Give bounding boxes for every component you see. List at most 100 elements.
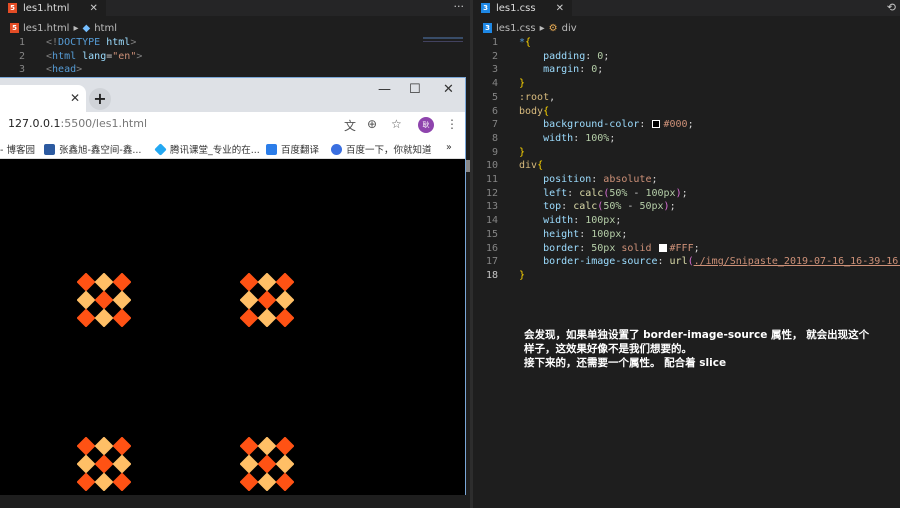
diamond-tile — [94, 308, 114, 328]
diamond-tile — [76, 472, 96, 492]
page-viewport — [0, 159, 465, 495]
code-line[interactable]: 5:root, — [473, 91, 900, 105]
diamond-tile — [94, 436, 114, 456]
bookmark-icon — [331, 143, 342, 155]
breadcrumb-file[interactable]: les1.css — [496, 23, 536, 34]
code-line[interactable]: 16 border: 50px solid #FFF; — [473, 242, 900, 256]
css3-file-icon: 3 — [483, 23, 492, 33]
close-tab-icon[interactable]: ✕ — [70, 91, 80, 105]
address-bar[interactable]: 127.0.0.1:5500/les1.html 文 ⊕ ☆ 耿 ⋮ — [0, 112, 465, 138]
close-window-icon[interactable]: ✕ — [443, 82, 454, 97]
bookmark-item[interactable]: 百度翻译 — [266, 142, 319, 156]
browser-window: ✕ + — ☐ ✕ 127.0.0.1:5500/les1.html 文 ⊕ ☆… — [0, 77, 466, 495]
line-number: 18 — [485, 269, 498, 281]
line-number: 2 — [18, 50, 25, 62]
diamond-tile — [239, 472, 259, 492]
editor-tab-bar: 3 les1.css ✕ ⟲ — [473, 0, 900, 16]
line-number: 4 — [491, 78, 498, 90]
diamond-tile — [275, 308, 295, 328]
code-line[interactable]: 12 left: calc(50% - 100px); — [473, 187, 900, 201]
new-tab-button[interactable]: + — [89, 88, 111, 110]
code-area[interactable]: 1 *{2 padding: 0; 3 margin: 0; 4} 5:root, 6 bo… — [473, 36, 900, 283]
code-line[interactable]: 15 height: 100px; — [473, 228, 900, 242]
code-line[interactable]: 6 body{ — [473, 105, 900, 119]
open-changes-icon[interactable]: ⟲ — [887, 1, 896, 14]
breadcrumb: 3 les1.css ▸ ⚙ div — [473, 21, 900, 35]
note-line: 接下来的，还需要一个属性。 配合着 slice — [524, 357, 727, 369]
note-line: 样子，这效果好像不是我们想要的。 — [524, 343, 692, 355]
minimize-icon[interactable]: — — [378, 82, 391, 97]
star-icon[interactable]: ☆ — [391, 117, 402, 131]
bookmark-item[interactable]: - 博客园 — [0, 142, 35, 156]
code-line[interactable]: 3 margin: 0; — [473, 63, 900, 77]
code-line[interactable]: 11 position: absolute; — [473, 173, 900, 187]
code-line[interactable]: 17 border-image-source: url(./img/Snipas… — [473, 255, 900, 269]
code-line[interactable]: 14 width: 100px; — [473, 214, 900, 228]
code-line[interactable]: 3 <head> — [0, 63, 470, 77]
breadcrumb-element[interactable]: html — [94, 23, 117, 34]
avatar[interactable]: 耿 — [418, 117, 434, 133]
editor-tab-bar: 5 les1.html ✕ ··· — [0, 0, 470, 16]
line-number: 10 — [485, 160, 498, 172]
bookmark-item[interactable]: 腾讯课堂_专业的在... — [154, 142, 260, 156]
more-actions-icon[interactable]: ··· — [454, 0, 465, 13]
code-line[interactable]: 18} — [473, 269, 900, 283]
tab-label: les1.css — [496, 2, 536, 14]
color-swatch[interactable] — [658, 243, 667, 252]
tab-les1-html[interactable]: 5 les1.html ✕ — [0, 0, 106, 16]
diamond-tile — [239, 454, 259, 474]
close-tab-icon[interactable]: ✕ — [556, 3, 564, 14]
more-bookmarks[interactable]: » — [446, 142, 452, 153]
menu-icon[interactable]: ⋮ — [446, 117, 458, 131]
line-number: 1 — [491, 37, 498, 48]
close-tab-icon[interactable]: ✕ — [89, 3, 97, 14]
code-line[interactable]: 9} — [473, 146, 900, 160]
diamond-tile — [257, 290, 277, 310]
bookmark-item[interactable]: 百度一下，你就知道 — [331, 142, 432, 156]
translate-icon[interactable]: 文 — [344, 117, 356, 134]
diamond-tile — [275, 454, 295, 474]
line-number: 16 — [485, 242, 498, 254]
diamond-tile — [257, 272, 277, 292]
zoom-icon[interactable]: ⊕ — [367, 117, 377, 131]
diamond-tile — [94, 454, 114, 474]
diamond-tile — [257, 454, 277, 474]
code-line[interactable]: 10 div{ — [473, 159, 900, 173]
diamond-tile — [112, 308, 132, 328]
tab-label: les1.html — [23, 2, 70, 14]
diamond-tile — [112, 272, 132, 292]
code-line[interactable]: 2 padding: 0; — [473, 50, 900, 64]
color-swatch[interactable] — [652, 120, 661, 129]
chevron-right-icon: ▸ — [539, 22, 545, 34]
code-area[interactable]: 1 <!DOCTYPE html> 2 <html lang="en"> 3 <head> — [0, 36, 470, 77]
url-field[interactable]: 127.0.0.1:5500/les1.html — [8, 117, 147, 130]
bookmarks-bar: - 博客园 张鑫旭-鑫空间-鑫... 腾讯课堂_专业的在... 百度翻译 百度一… — [0, 138, 465, 159]
browser-tab[interactable]: ✕ — [0, 85, 86, 112]
minimap[interactable] — [423, 37, 463, 51]
bookmark-icon — [44, 143, 55, 155]
breadcrumb-selector[interactable]: div — [562, 23, 577, 34]
diamond-tile — [275, 290, 295, 310]
browser-tab-strip: ✕ + — ☐ ✕ — [0, 78, 465, 112]
diamond-tile — [239, 308, 259, 328]
maximize-icon[interactable]: ☐ — [409, 82, 421, 97]
code-line[interactable]: 7 background-color: #000; — [473, 118, 900, 132]
code-line[interactable]: 4} — [473, 77, 900, 91]
bookmark-item[interactable]: 张鑫旭-鑫空间-鑫... — [44, 142, 141, 156]
diamond-tile — [275, 436, 295, 456]
breadcrumb-file[interactable]: les1.html — [23, 23, 69, 34]
code-line[interactable]: 13 top: calc(50% - 50px); — [473, 200, 900, 214]
scrollbar[interactable] — [466, 160, 470, 172]
line-number: 5 — [491, 91, 498, 103]
code-line[interactable]: 8 width: 100%; — [473, 132, 900, 146]
code-line[interactable]: 2 <html lang="en"> — [0, 50, 470, 64]
line-number: 1 — [18, 37, 25, 48]
tab-les1-css[interactable]: 3 les1.css ✕ — [473, 0, 572, 16]
code-line[interactable]: 1 *{ — [473, 36, 900, 50]
diamond-tile — [239, 436, 259, 456]
css-editor-pane: 3 les1.css ✕ ⟲ 3 les1.css ▸ ⚙ div 1 *{2 p… — [473, 0, 900, 508]
diamond-tile — [112, 290, 132, 310]
diamond-tile — [76, 272, 96, 292]
code-line[interactable]: 1 <!DOCTYPE html> — [0, 36, 470, 50]
diamond-tile — [112, 472, 132, 492]
